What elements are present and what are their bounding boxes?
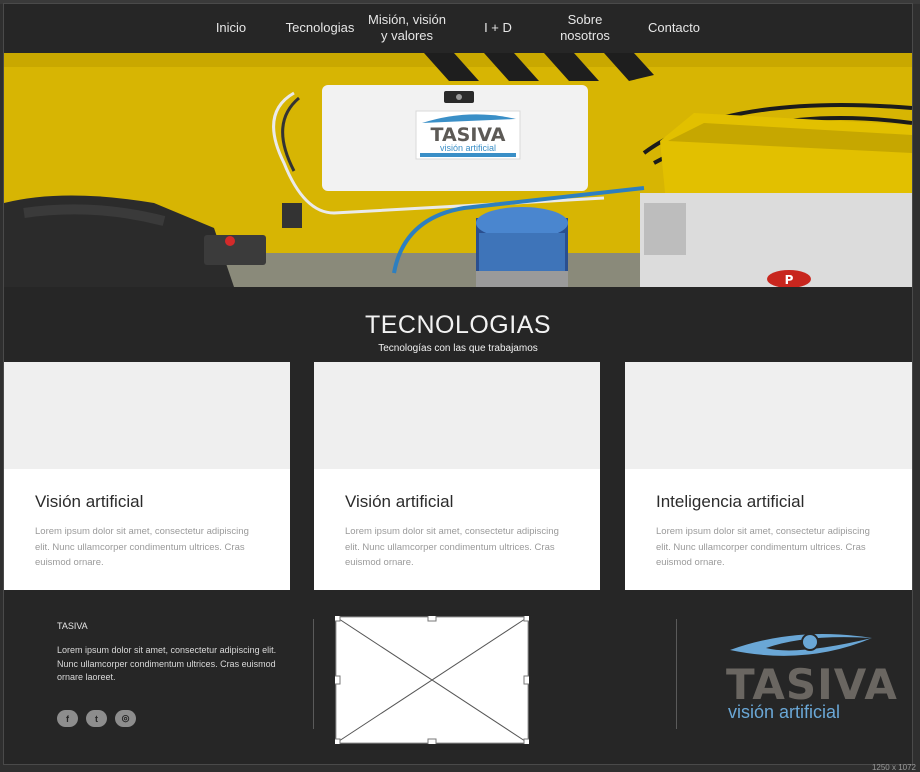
card-image [314, 362, 600, 469]
dribbble-icon[interactable]: ◎ [115, 710, 136, 727]
technologies-subtitle: Tecnologías con las que trabajamos [378, 343, 538, 354]
image-placeholder[interactable] [331, 612, 533, 748]
technologies-title: TECNOLOGIAS [364, 311, 552, 339]
card-text: Lorem ipsum dolor sit amet, consectetur … [35, 526, 249, 568]
hero-panel-sub: visión artificial [440, 143, 496, 153]
logo-tagline: visión artificial [728, 702, 841, 722]
card-title: Inteligencia artificial [656, 492, 805, 511]
technology-card[interactable]: Visión artificial Lorem ipsum dolor sit … [314, 362, 600, 590]
nav-item-i-d[interactable]: I + D [472, 4, 524, 52]
nav-item-inicio[interactable]: Inicio [201, 4, 261, 52]
technologies-section-header: TECNOLOGIAS Tecnologías con las que trab… [4, 287, 912, 362]
nav-item-sobre-nosotros[interactable]: Sobre nosotros [549, 4, 621, 52]
tasiva-logo: TASIVA visión artificial [726, 626, 897, 726]
page-frame: Inicio Tecnologias Misión, visión y valo… [4, 4, 912, 764]
main-nav: Inicio Tecnologias Misión, visión y valo… [4, 4, 912, 52]
footer-divider [313, 619, 314, 729]
footer-divider [676, 619, 677, 729]
technology-card[interactable]: Inteligencia artificial Lorem ipsum dolo… [625, 362, 912, 590]
footer-brand: TASIVA [57, 621, 88, 631]
canvas-size-label: 1250 x 1072 [871, 763, 916, 772]
card-image [4, 362, 290, 469]
card-image [625, 362, 912, 469]
card-text: Lorem ipsum dolor sit amet, consectetur … [345, 526, 559, 568]
nav-item-tecnologias[interactable]: Tecnologias [280, 4, 360, 52]
technology-card[interactable]: Visión artificial Lorem ipsum dolor sit … [4, 362, 290, 590]
footer-text: Lorem ipsum dolor sit amet, consectetur … [57, 645, 277, 682]
facebook-icon[interactable]: f [57, 710, 78, 727]
technology-cards: Visión artificial Lorem ipsum dolor sit … [4, 362, 912, 590]
card-title: Visión artificial [345, 492, 454, 511]
card-title: Visión artificial [35, 492, 144, 511]
twitter-icon[interactable]: t [86, 710, 107, 727]
nav-item-mision-vision-valores[interactable]: Misión, visión y valores [362, 4, 452, 52]
footer: TASIVA Lorem ipsum dolor sit amet, conse… [4, 590, 912, 764]
hero-badge: P [785, 273, 794, 287]
hero-image: TASIVA visión artificial P [4, 53, 912, 287]
card-text: Lorem ipsum dolor sit amet, consectetur … [656, 526, 870, 568]
nav-item-contacto[interactable]: Contacto [640, 4, 708, 52]
